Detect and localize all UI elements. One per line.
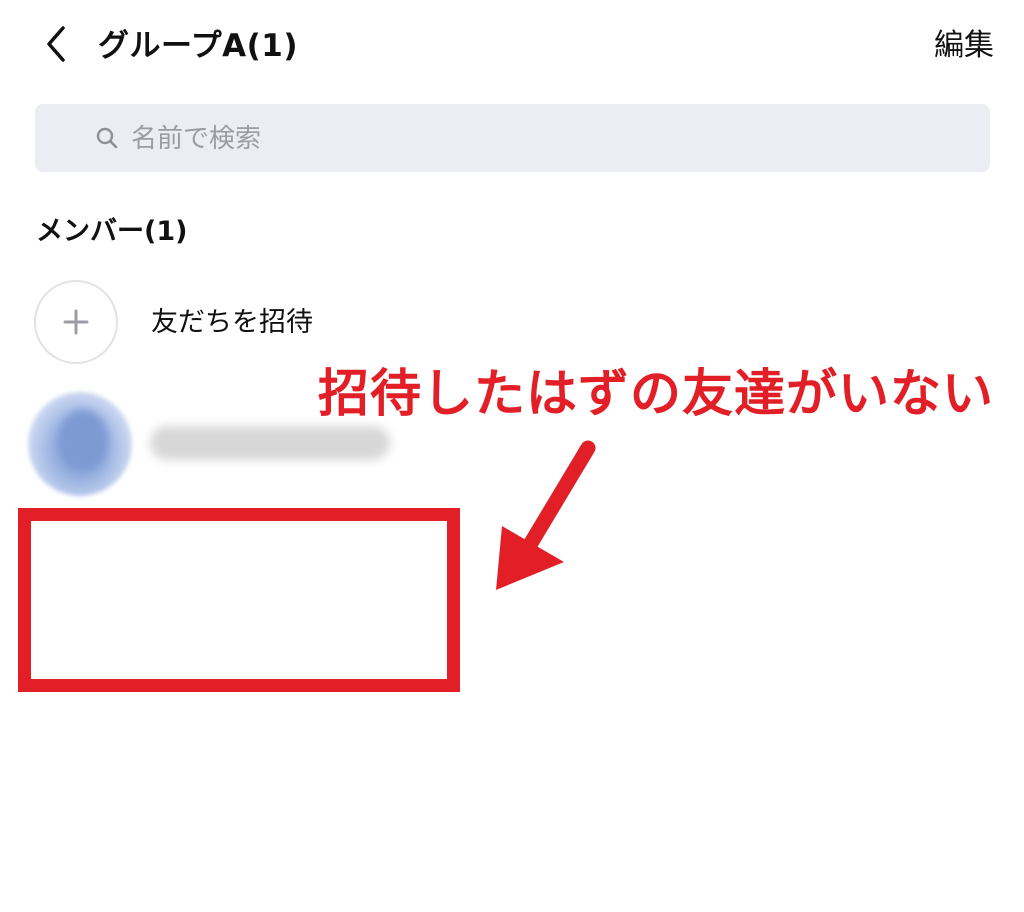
avatar-blur-core: [58, 410, 108, 472]
chevron-left-icon: [47, 26, 65, 62]
annotation-highlight-box: [18, 508, 460, 692]
invite-circle: [34, 280, 118, 364]
annotation-arrow-icon: [496, 440, 596, 590]
back-button[interactable]: [28, 16, 84, 72]
plus-icon: [63, 309, 89, 335]
search-icon: [93, 124, 121, 152]
search-input[interactable]: [129, 104, 933, 174]
members-section-header: メンバー(1): [36, 216, 188, 247]
annotation-text: 招待したはずの友達がいない: [318, 365, 995, 424]
invite-friends-label: 友だちを招待: [151, 307, 313, 338]
page-title: グループA(1): [98, 28, 299, 64]
search-bar[interactable]: [35, 104, 990, 174]
edit-button[interactable]: 編集: [934, 22, 994, 70]
